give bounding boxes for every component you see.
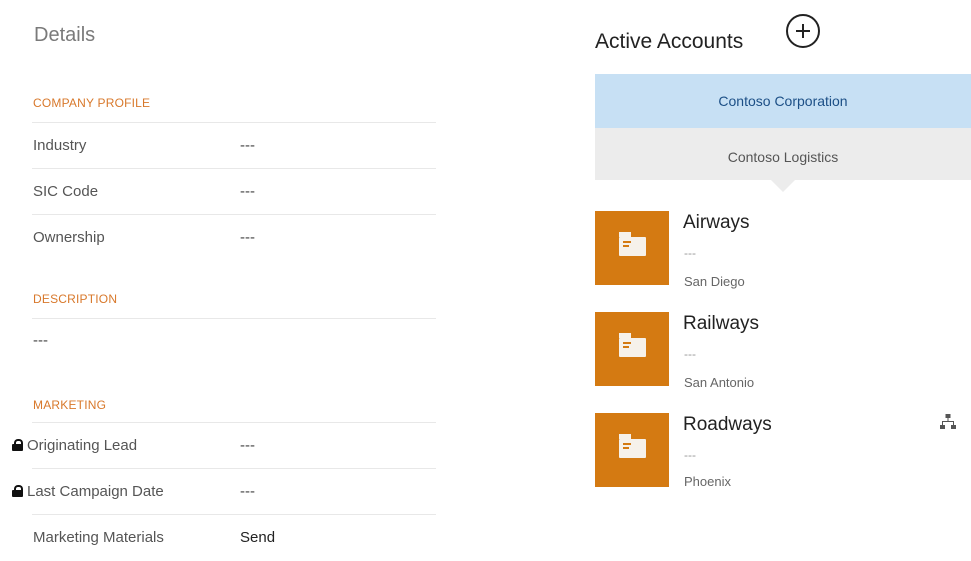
field-value[interactable]: --- bbox=[240, 229, 255, 246]
field-row-originating-lead[interactable]: Originating Lead --- bbox=[12, 422, 436, 469]
field-value[interactable]: --- bbox=[240, 183, 255, 200]
field-label-wrap: Originating Lead bbox=[12, 437, 137, 454]
account-city: San Antonio bbox=[684, 375, 755, 390]
send-value[interactable]: Send bbox=[240, 529, 275, 546]
marketing-heading: MARKETING bbox=[33, 398, 107, 412]
field-value: --- bbox=[240, 437, 255, 454]
account-city: San Diego bbox=[684, 274, 745, 289]
divider bbox=[32, 318, 436, 319]
account-selector-label: Contoso Logistics bbox=[727, 149, 839, 165]
company-profile-heading: COMPANY PROFILE bbox=[33, 96, 151, 110]
description-value[interactable]: --- bbox=[33, 332, 48, 349]
account-subtitle: --- bbox=[684, 448, 696, 462]
account-name[interactable]: Railways bbox=[683, 313, 759, 335]
field-row-last-campaign-date[interactable]: Last Campaign Date --- bbox=[12, 468, 436, 515]
account-selector-contoso-corporation[interactable]: Contoso Corporation bbox=[595, 74, 971, 140]
hierarchy-icon[interactable] bbox=[940, 414, 956, 430]
field-value[interactable]: --- bbox=[240, 137, 255, 154]
description-heading: DESCRIPTION bbox=[33, 292, 118, 306]
field-label: Originating Lead bbox=[27, 437, 138, 454]
account-icon[interactable] bbox=[595, 413, 669, 487]
field-label: Last Campaign Date bbox=[27, 483, 164, 500]
account-icon[interactable] bbox=[595, 211, 669, 285]
account-name[interactable]: Airways bbox=[683, 212, 750, 234]
account-selector-label: Contoso Corporation bbox=[718, 93, 848, 109]
account-subtitle: --- bbox=[684, 347, 696, 361]
lock-icon bbox=[12, 485, 23, 497]
account-selector-contoso-logistics[interactable]: Contoso Logistics bbox=[595, 128, 971, 192]
active-accounts-title: Active Accounts bbox=[595, 30, 744, 53]
account-subtitle: --- bbox=[684, 246, 696, 260]
field-row-ownership[interactable]: Ownership --- bbox=[32, 214, 436, 261]
lock-icon bbox=[12, 439, 23, 451]
field-value: --- bbox=[240, 483, 255, 500]
field-row-industry[interactable]: Industry --- bbox=[32, 122, 436, 169]
account-city: Phoenix bbox=[684, 474, 731, 489]
details-title: Details bbox=[34, 24, 96, 46]
field-row-marketing-materials[interactable]: Marketing Materials Send bbox=[32, 514, 436, 561]
field-label-wrap: Last Campaign Date bbox=[12, 483, 164, 500]
account-name[interactable]: Roadways bbox=[683, 414, 772, 436]
field-row-sic-code[interactable]: SIC Code --- bbox=[32, 168, 436, 215]
field-label: Industry bbox=[33, 137, 87, 154]
field-label: SIC Code bbox=[33, 183, 99, 200]
field-label: Marketing Materials bbox=[33, 529, 164, 546]
plus-circle-icon[interactable] bbox=[786, 14, 820, 48]
field-label: Ownership bbox=[33, 229, 105, 246]
account-icon[interactable] bbox=[595, 312, 669, 386]
